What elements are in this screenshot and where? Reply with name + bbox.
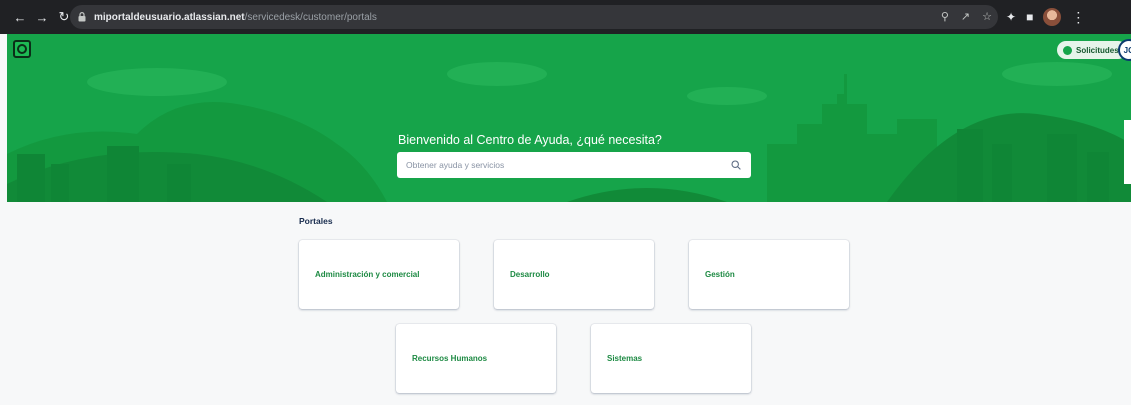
portal-card-gestion[interactable]: Gestión bbox=[689, 240, 849, 309]
search-icon[interactable] bbox=[731, 160, 741, 170]
extensions-icon[interactable]: ✦ bbox=[1006, 10, 1016, 24]
feedback-tab[interactable] bbox=[1124, 120, 1131, 184]
portal-card-recursos-humanos[interactable]: Recursos Humanos bbox=[396, 324, 556, 393]
portal-card-label: Administración y comercial bbox=[315, 270, 420, 279]
lock-icon bbox=[78, 12, 86, 22]
share-icon[interactable]: ↗ bbox=[961, 10, 970, 23]
portal-card-sistemas[interactable]: Sistemas bbox=[591, 324, 751, 393]
portal-card-administracion[interactable]: Administración y comercial bbox=[299, 240, 459, 309]
welcome-heading: Bienvenido al Centro de Ayuda, ¿qué nece… bbox=[398, 133, 662, 147]
forward-icon[interactable]: → bbox=[32, 7, 52, 27]
portal-card-label: Recursos Humanos bbox=[412, 354, 488, 363]
browser-menu-icon[interactable]: ⋮ bbox=[1071, 9, 1085, 26]
url-host: miportaldeusuario.atlassian.net bbox=[94, 11, 245, 23]
bookmark-star-icon[interactable]: ☆ bbox=[982, 10, 992, 23]
portal-card-label: Sistemas bbox=[607, 354, 643, 363]
side-panel-icon[interactable]: ■ bbox=[1026, 10, 1033, 24]
requests-button[interactable]: Solicitudes bbox=[1057, 41, 1127, 59]
portal-card-label: Gestión bbox=[705, 270, 735, 279]
portal-logo[interactable] bbox=[13, 40, 31, 58]
portals-heading: Portales bbox=[299, 216, 333, 226]
portal-card-label: Desarrollo bbox=[510, 270, 550, 279]
search-box bbox=[397, 152, 751, 178]
hero-banner: Solicitudes JG Bienvenido al Centro de A… bbox=[7, 34, 1131, 202]
profile-avatar-icon[interactable] bbox=[1043, 8, 1062, 26]
browser-toolbar: ← → ↻ miportaldeusuario.atlassian.net/se… bbox=[0, 0, 1131, 34]
zoom-icon[interactable]: ⚲ bbox=[941, 10, 949, 23]
search-input[interactable] bbox=[406, 160, 716, 170]
portal-card-desarrollo[interactable]: Desarrollo bbox=[494, 240, 654, 309]
back-icon[interactable]: ← bbox=[10, 7, 30, 27]
url-path: /servicedesk/customer/portals bbox=[244, 11, 377, 23]
requests-icon bbox=[1063, 45, 1072, 55]
requests-label: Solicitudes bbox=[1076, 45, 1119, 55]
address-bar[interactable]: miportaldeusuario.atlassian.net/serviced… bbox=[70, 5, 998, 29]
